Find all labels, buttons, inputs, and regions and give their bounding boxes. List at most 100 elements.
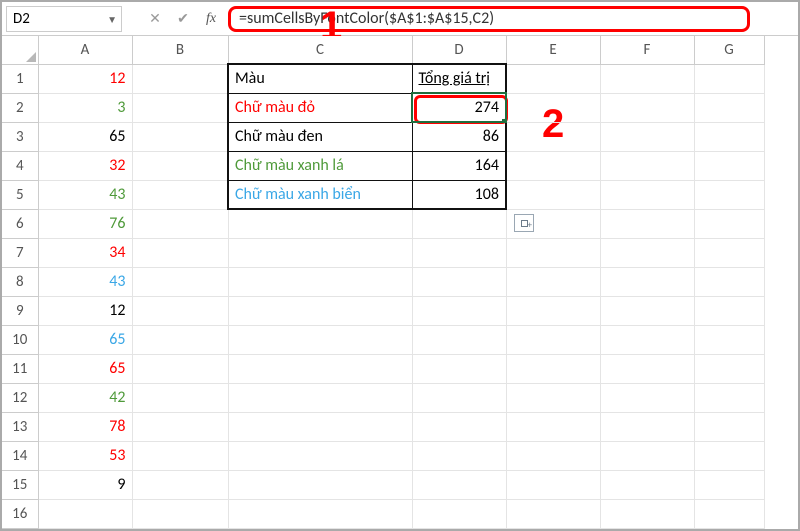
cell-F12[interactable] [600, 383, 694, 412]
cell-F7[interactable] [600, 238, 694, 267]
cell-D12[interactable] [412, 383, 506, 412]
chevron-down-icon[interactable]: ▼ [107, 13, 117, 26]
cell-G10[interactable] [694, 325, 764, 354]
cell-A15[interactable]: 9 [38, 470, 132, 499]
row-header-1[interactable]: 1 [2, 64, 38, 93]
formula-input[interactable]: =sumCellsByFontColor($A$1:$A$15,C2) [228, 6, 750, 32]
cell-D5[interactable]: 108 [412, 180, 506, 209]
cell-A12[interactable]: 42 [38, 383, 132, 412]
row-header-6[interactable]: 6 [2, 209, 38, 238]
cell-C6[interactable] [228, 209, 412, 238]
row-header-8[interactable]: 8 [2, 267, 38, 296]
cell-G15[interactable] [694, 470, 764, 499]
cell-F16[interactable] [600, 499, 694, 528]
cell-C3[interactable]: Chữ màu đen [228, 122, 412, 151]
cell-D9[interactable] [412, 296, 506, 325]
cell-E12[interactable] [506, 383, 600, 412]
cell-D6[interactable] [412, 209, 506, 238]
cell-B11[interactable] [132, 354, 228, 383]
row-header-10[interactable]: 10 [2, 325, 38, 354]
row-header-4[interactable]: 4 [2, 151, 38, 180]
cell-C2[interactable]: Chữ màu đỏ [228, 93, 412, 122]
cell-E7[interactable] [506, 238, 600, 267]
column-header-c[interactable]: C [228, 36, 412, 64]
cell-B7[interactable] [132, 238, 228, 267]
cell-E11[interactable] [506, 354, 600, 383]
row-header-5[interactable]: 5 [2, 180, 38, 209]
cell-D15[interactable] [412, 470, 506, 499]
cell-A5[interactable]: 43 [38, 180, 132, 209]
cell-C4[interactable]: Chữ màu xanh lá [228, 151, 412, 180]
cell-B13[interactable] [132, 412, 228, 441]
cell-D8[interactable] [412, 267, 506, 296]
cell-A7[interactable]: 34 [38, 238, 132, 267]
select-all-corner[interactable] [2, 36, 38, 64]
cell-A11[interactable]: 65 [38, 354, 132, 383]
cell-B3[interactable] [132, 122, 228, 151]
cell-G13[interactable] [694, 412, 764, 441]
cell-A14[interactable]: 53 [38, 441, 132, 470]
row-header-3[interactable]: 3 [2, 122, 38, 151]
cell-C8[interactable] [228, 267, 412, 296]
accept-formula-button[interactable]: ✔ [172, 8, 194, 30]
cell-F15[interactable] [600, 470, 694, 499]
cell-D4[interactable]: 164 [412, 151, 506, 180]
cell-A13[interactable]: 78 [38, 412, 132, 441]
column-header-a[interactable]: A [38, 36, 132, 64]
cell-F9[interactable] [600, 296, 694, 325]
cell-C15[interactable] [228, 470, 412, 499]
row-header-9[interactable]: 9 [2, 296, 38, 325]
cell-G1[interactable] [694, 64, 764, 93]
cell-A6[interactable]: 76 [38, 209, 132, 238]
cancel-formula-button[interactable]: ✕ [144, 8, 166, 30]
cell-E1[interactable] [506, 64, 600, 93]
cell-D2[interactable]: 274 [412, 93, 506, 122]
cell-B6[interactable] [132, 209, 228, 238]
cell-G16[interactable] [694, 499, 764, 528]
autofill-options-button[interactable]: + [514, 214, 534, 232]
cell-D3[interactable]: 86 [412, 122, 506, 151]
cell-G5[interactable] [694, 180, 764, 209]
cell-B9[interactable] [132, 296, 228, 325]
cell-A16[interactable] [38, 499, 132, 528]
cell-E14[interactable] [506, 441, 600, 470]
cell-B12[interactable] [132, 383, 228, 412]
row-header-12[interactable]: 12 [2, 383, 38, 412]
cell-G3[interactable] [694, 122, 764, 151]
cell-F8[interactable] [600, 267, 694, 296]
cell-D11[interactable] [412, 354, 506, 383]
cell-B5[interactable] [132, 180, 228, 209]
cell-A1[interactable]: 12 [38, 64, 132, 93]
cell-F5[interactable] [600, 180, 694, 209]
cell-D16[interactable] [412, 499, 506, 528]
cell-B14[interactable] [132, 441, 228, 470]
cell-G7[interactable] [694, 238, 764, 267]
cell-D1[interactable]: Tổng giá trị [412, 64, 506, 93]
cell-F10[interactable] [600, 325, 694, 354]
cell-B10[interactable] [132, 325, 228, 354]
row-header-15[interactable]: 15 [2, 470, 38, 499]
name-box[interactable]: D2 ▼ [6, 6, 122, 32]
grid-table[interactable]: ABCDEFG112MàuTổng giá trị23Chữ màu đỏ274… [2, 36, 765, 529]
cell-C13[interactable] [228, 412, 412, 441]
cell-G11[interactable] [694, 354, 764, 383]
cell-F14[interactable] [600, 441, 694, 470]
cell-G8[interactable] [694, 267, 764, 296]
column-header-f[interactable]: F [600, 36, 694, 64]
column-header-b[interactable]: B [132, 36, 228, 64]
cell-B4[interactable] [132, 151, 228, 180]
cell-G14[interactable] [694, 441, 764, 470]
cell-B8[interactable] [132, 267, 228, 296]
row-header-2[interactable]: 2 [2, 93, 38, 122]
cell-G2[interactable] [694, 93, 764, 122]
cell-C12[interactable] [228, 383, 412, 412]
cell-E13[interactable] [506, 412, 600, 441]
cell-B2[interactable] [132, 93, 228, 122]
cell-E5[interactable] [506, 180, 600, 209]
cell-A4[interactable]: 32 [38, 151, 132, 180]
cell-C14[interactable] [228, 441, 412, 470]
cell-F4[interactable] [600, 151, 694, 180]
cell-B16[interactable] [132, 499, 228, 528]
cell-A3[interactable]: 65 [38, 122, 132, 151]
cell-F13[interactable] [600, 412, 694, 441]
